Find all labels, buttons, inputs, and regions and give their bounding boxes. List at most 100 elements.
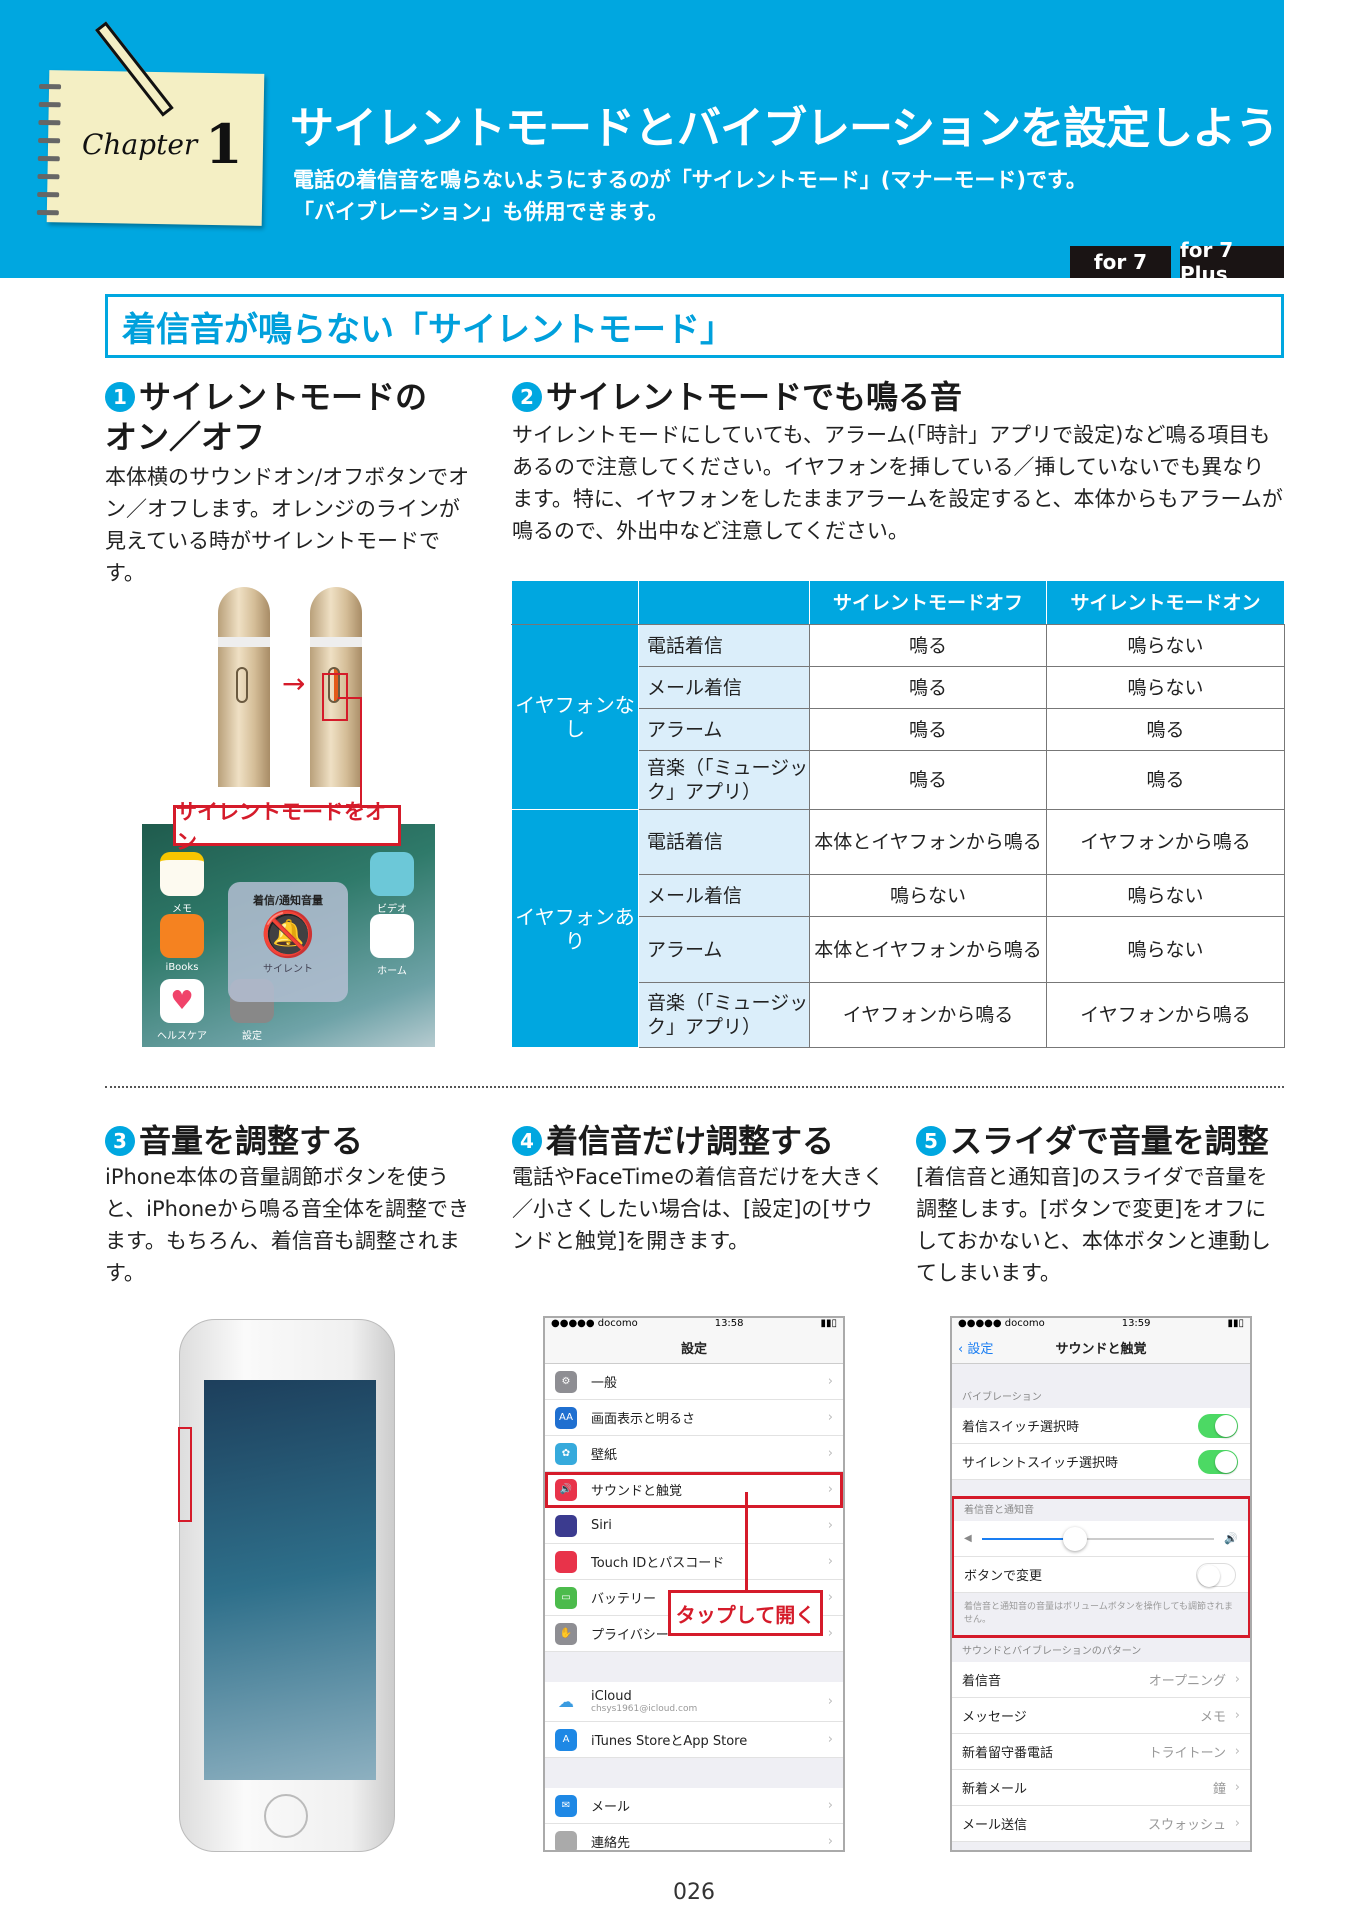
column-header: サイレントモードオフ <box>809 580 1047 625</box>
settings-row-contacts[interactable]: 連絡先 › <box>545 1824 843 1850</box>
mail-icon: ✉ <box>555 1794 577 1817</box>
step-title: 着信音だけ調整する <box>546 1122 835 1160</box>
section-header: バイブレーション <box>962 1392 1042 1403</box>
step-body: iPhone本体の音量調節ボタンを使うと、iPhoneから鳴る音全体を調整できま… <box>105 1165 470 1285</box>
ringer-volume-slider[interactable]: ◀ 🔊 <box>954 1521 1248 1557</box>
lead-text: 電話の着信音を鳴らないようにするのが「サイレントモード」(マナーモード)です。 <box>293 168 1087 192</box>
sounds-screenshot: ●●●●● docomo 13:59 ▮▮▯ ‹ 設定 サウンドと触覚 バイブレーショ… <box>950 1316 1252 1852</box>
model-badge: for 7 <box>1070 246 1171 278</box>
step-5: 5 スライダで音量を調整 [着信音と通知音]のスライダで音量を調整します。[ボタン… <box>916 1121 1284 1289</box>
table-row: イヤフォンなし 電話着信 鳴る 鳴らない <box>511 624 1285 810</box>
hud-label: サイレント <box>263 964 313 975</box>
settings-row-sounds[interactable]: 🔊 サウンドと触覚 › <box>545 1472 843 1508</box>
divider <box>105 1086 1284 1088</box>
step-body: 電話やFaceTimeの着信音だけを大きく／小さくしたい場合は、[設定]の[サウ… <box>512 1165 884 1253</box>
cloud-icon: ☁ <box>555 1690 577 1713</box>
step-title: 音量を調整する <box>139 1122 364 1160</box>
row-group-label: イヤフォンあり <box>511 809 639 1048</box>
step-number: 4 <box>512 1126 542 1156</box>
callout-label: タップして開く <box>668 1590 823 1636</box>
step-number: 3 <box>105 1126 135 1156</box>
hand-icon: ✋ <box>555 1622 577 1645</box>
nav-title: 設定 <box>545 1332 843 1364</box>
fingerprint-icon <box>555 1550 577 1573</box>
section-title: 着信音が鳴らない「サイレントモード」 <box>105 294 1284 358</box>
change-with-buttons-toggle[interactable] <box>1196 1562 1236 1587</box>
pattern-row[interactable]: 新着メール鐘 › <box>952 1770 1250 1806</box>
step-4: 4 着信音だけ調整する 電話やFaceTimeの着信音だけを大きく／小さくしたい場… <box>512 1121 884 1257</box>
silent-hud: 着信/通知音量 🔕 サイレント <box>228 882 348 1002</box>
app-label: メモ <box>172 904 192 915</box>
display-icon: AA <box>555 1406 577 1429</box>
settings-row-siri[interactable]: Siri › <box>545 1508 843 1544</box>
settings-row-mail[interactable]: ✉ メール › <box>545 1788 843 1824</box>
step-title: オン／オフ <box>105 418 266 456</box>
bell-slash-icon: 🔕 <box>260 909 316 960</box>
settings-row-itunes[interactable]: AiTunes StoreとApp Store › <box>545 1722 843 1758</box>
column-header: サイレントモードオン <box>1046 580 1285 625</box>
app-label: 設定 <box>242 1031 262 1042</box>
speaker-high-icon: 🔊 <box>1224 1532 1238 1545</box>
ring-vibrate-toggle[interactable] <box>1198 1413 1238 1438</box>
chapter-number: 1 <box>205 112 243 176</box>
section-header: サウンドとバイブレーションのパターン <box>962 1646 1142 1657</box>
chapter-label: Chapter <box>82 128 198 161</box>
chevron-left-icon: ‹ <box>958 1342 968 1357</box>
gear-icon: ⚙ <box>555 1370 577 1393</box>
silent-mode-table: サイレントモードオフ サイレントモードオン イヤフォンなし 電話着信 鳴る 鳴らない メ… <box>511 580 1285 1048</box>
settings-row-general[interactable]: ⚙ 一般 › <box>545 1364 843 1400</box>
pattern-row[interactable]: メール送信 スウォッシュ › <box>952 1806 1250 1842</box>
step-3: 3 音量を調整する iPhone本体の音量調節ボタンを使うと、iPhoneから鳴る… <box>105 1121 475 1289</box>
slider-thumb[interactable] <box>1062 1526 1087 1551</box>
silent-vibrate-toggle[interactable] <box>1198 1449 1238 1474</box>
step-number: 1 <box>105 382 135 412</box>
pattern-row[interactable]: 新着留守番電話 トライトーン › <box>952 1734 1250 1770</box>
table-row: イヤフォンあり 電話着信 本体とイヤフォンから鳴る イヤフォンから鳴る <box>511 809 1285 1048</box>
iphone-photo <box>179 1319 395 1852</box>
settings-screenshot: ●●●●● docomo 13:58 ▮▮▯ 設定 ⚙ 一般 › AA 画面表示と明るさ ›… <box>543 1316 845 1852</box>
arrow-right-icon: → <box>282 667 306 700</box>
step-number: 2 <box>512 382 542 412</box>
step-title: サイレントモードでも鳴る音 <box>546 378 963 416</box>
home-button <box>264 1794 308 1838</box>
row-group-label: イヤフォンなし <box>511 624 639 810</box>
step-title: スライダで音量を調整 <box>950 1122 1269 1160</box>
app-label: ホーム <box>377 966 407 977</box>
pattern-row[interactable]: 着信音 オープニング › <box>952 1662 1250 1698</box>
siri-icon <box>555 1514 577 1537</box>
pattern-row[interactable]: メッセージ メモ › <box>952 1698 1250 1734</box>
step-body: サイレントモードにしていても、アラーム(「時計」アプリで設定)など鳴る項目もある… <box>512 423 1283 543</box>
settings-row-icloud[interactable]: ☁ iCloud chsys1961@icloud.com › <box>545 1682 843 1722</box>
hud-title: 着信/通知音量 <box>252 894 324 907</box>
app-label: iBooks <box>165 962 199 973</box>
ringer-highlight: 着信音と通知音 ◀ 🔊 ボタンで変更 着信音と通知音の音量はボリュームボタンを操… <box>952 1496 1250 1638</box>
step-body: 本体横のサウンドオン/オフボタンでオン／オフします。オレンジのラインが見えている… <box>105 465 470 585</box>
step-title: サイレントモードの <box>139 378 428 416</box>
step-2: 2 サイレントモードでも鳴る音 サイレントモードにしていても、アラーム(「時計」ア… <box>512 377 1284 547</box>
settings-row-display[interactable]: AA 画面表示と明るさ › <box>545 1400 843 1436</box>
callout-label: サイレントモードをオン <box>173 800 401 854</box>
iphone-side-photo: → <box>210 587 440 787</box>
page-number: 026 <box>673 1880 715 1905</box>
heart-icon: ♥ <box>160 979 204 1023</box>
settings-row-touchid[interactable]: Touch IDとパスコード › <box>545 1544 843 1580</box>
footnote: 着信音と通知音の音量はボリュームボタンを操作しても調節されません。 <box>964 1602 1234 1625</box>
step-number: 5 <box>916 1126 946 1156</box>
iphone-screen <box>204 1380 376 1780</box>
speaker-low-icon: ◀ <box>964 1533 972 1544</box>
contacts-icon <box>555 1830 577 1850</box>
settings-row-wallpaper[interactable]: ✿ 壁紙 › <box>545 1436 843 1472</box>
section-header: 着信音と通知音 <box>964 1505 1034 1516</box>
step-body: [着信音と通知音]のスライダで音量を調整します。[ボタンで変更]をオフにしておか… <box>916 1165 1271 1285</box>
model-badge: for 7 Plus <box>1180 238 1284 286</box>
speaker-icon: 🔊 <box>555 1478 577 1501</box>
app-store-icon: A <box>555 1728 577 1751</box>
step-1: 1 サイレントモードの オン／オフ 本体横のサウンドオン/オフボタンでオン／オフし… <box>105 377 475 589</box>
nav-title: サウンドと触覚 <box>1055 1342 1147 1357</box>
back-button[interactable]: ‹ 設定 <box>958 1338 993 1357</box>
battery-icon: ▭ <box>555 1586 577 1609</box>
app-label: ヘルスケア <box>157 1031 207 1042</box>
app-label: ビデオ <box>377 904 407 915</box>
volume-button-highlight <box>178 1427 192 1522</box>
wallpaper-icon: ✿ <box>555 1442 577 1465</box>
